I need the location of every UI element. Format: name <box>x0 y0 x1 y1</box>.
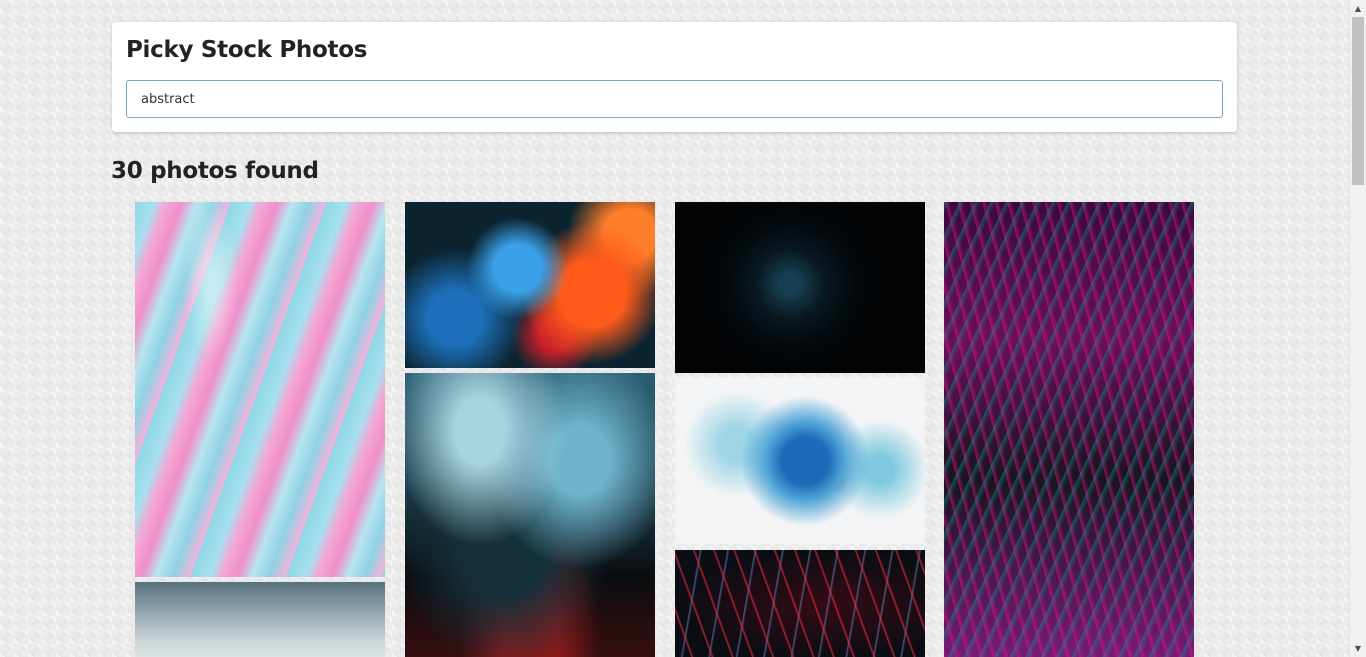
scroll-down-arrow-icon[interactable]: ▼ <box>1350 640 1366 657</box>
search-input[interactable] <box>126 80 1223 118</box>
page-viewport: Picky Stock Photos 30 photos found <box>0 0 1349 657</box>
scroll-up-arrow-icon[interactable]: ▲ <box>1350 0 1366 17</box>
photo-blue-smoke[interactable] <box>405 373 655 657</box>
photo-magenta-fractal[interactable] <box>944 202 1194 657</box>
header-card: Picky Stock Photos <box>112 22 1237 132</box>
photo-pink-teal-marble[interactable] <box>135 202 385 577</box>
photo-foggy-gradient[interactable] <box>135 582 385 657</box>
results-count: 30 photos found <box>111 158 319 184</box>
photo-red-light-streaks[interactable] <box>675 550 925 657</box>
vertical-scrollbar[interactable]: ▲ ▼ <box>1349 0 1366 657</box>
scrollbar-thumb[interactable] <box>1352 17 1364 185</box>
photo-blue-orange-ink[interactable] <box>405 202 655 368</box>
app-title: Picky Stock Photos <box>126 37 368 63</box>
photo-blue-splash[interactable] <box>675 378 925 544</box>
photo-dark-sphere[interactable] <box>675 202 925 373</box>
